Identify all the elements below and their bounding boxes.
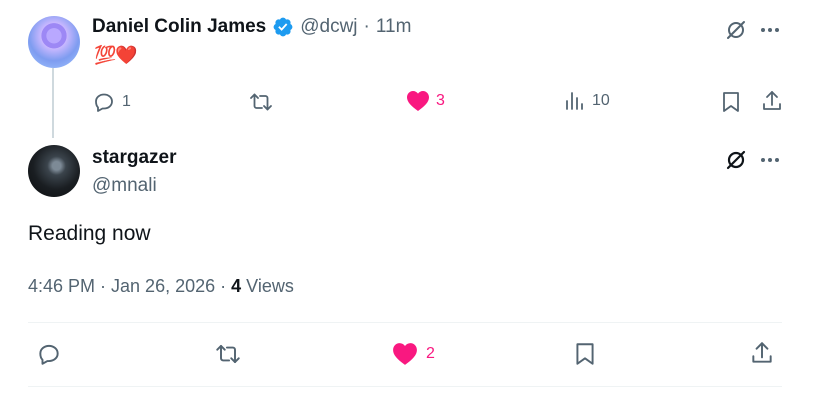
verified-badge-icon [272,16,294,38]
avatar[interactable] [28,16,80,68]
like-button[interactable]: 2 [392,342,435,366]
like-count: 3 [436,92,445,109]
like-count: 2 [426,345,435,362]
more-icon[interactable] [758,18,782,42]
retweet-button[interactable] [248,90,274,114]
bookmark-button[interactable] [573,341,597,367]
reply-icon [92,90,116,114]
grok-icon[interactable] [724,18,748,42]
author-handle[interactable]: @mnali [92,175,157,197]
heart-icon [406,90,430,112]
retweet-button[interactable] [214,341,242,367]
share-button[interactable] [749,340,775,366]
divider [28,322,782,323]
post-text: Reading now [28,222,151,245]
author-name[interactable]: Daniel Colin James [92,16,266,38]
views-label: Views [241,276,294,296]
retweet-icon [248,90,274,114]
post-meta: 4:46 PM · Jan 26, 2026 · 4 Views [28,276,294,297]
retweet-icon [214,341,242,367]
reply-count: 1 [122,93,131,110]
views-count: 4 [231,276,242,296]
post-timestamp[interactable]: 4:46 PM · Jan 26, 2026 · [28,276,231,296]
separator: · [363,16,370,37]
share-icon [760,89,784,113]
share-button[interactable] [760,89,784,113]
more-icon[interactable] [758,148,782,172]
avatar[interactable] [28,145,80,197]
reply-button[interactable]: 1 [92,90,131,114]
author-name[interactable]: stargazer [92,147,177,169]
divider [28,386,782,387]
bookmark-button[interactable] [720,90,742,114]
reply-text: 💯❤️ [94,45,138,65]
reply-icon [36,341,62,367]
thread-connector [52,68,54,138]
reply-header: Daniel Colin James @dcwj · 11m [92,16,411,38]
author-handle[interactable]: @dcwj [300,16,357,38]
bookmark-icon [720,90,742,114]
view-count: 10 [592,92,610,109]
grok-icon[interactable] [724,148,748,172]
analytics-icon [564,90,586,112]
share-icon [749,340,775,366]
time-ago[interactable]: 11m [376,16,412,38]
analytics-button[interactable]: 10 [564,90,610,112]
bookmark-icon [573,341,597,367]
like-button[interactable]: 3 [406,90,445,112]
reply-button[interactable] [36,341,62,367]
heart-icon [392,342,418,366]
